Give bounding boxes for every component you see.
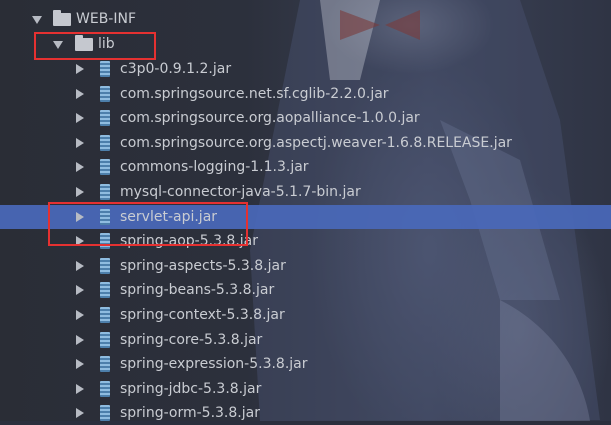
tree-item-label: spring-aspects-5.3.8.jar	[120, 257, 286, 274]
expand-arrow-icon[interactable]	[76, 187, 84, 197]
tree-item-label: spring-aop-5.3.8.jar	[120, 233, 259, 250]
tree-item-label: spring-beans-5.3.8.jar	[120, 282, 275, 299]
tree-item-jar[interactable]: com.springsource.net.sf.cglib-2.2.0.jar	[0, 82, 611, 106]
jar-icon	[100, 184, 110, 200]
tree-item-jar[interactable]: com.springsource.org.aspectj.weaver-1.6.…	[0, 131, 611, 155]
tree-item-jar[interactable]: spring-beans-5.3.8.jar	[0, 278, 611, 302]
tree-item-label: com.springsource.org.aspectj.weaver-1.6.…	[120, 134, 512, 151]
tree-item-jar[interactable]: spring-expression-5.3.8.jar	[0, 352, 611, 376]
expand-arrow-icon[interactable]	[76, 88, 84, 99]
jar-icon	[100, 282, 110, 299]
expand-arrow-icon[interactable]	[76, 310, 84, 320]
expand-arrow-icon[interactable]	[76, 236, 84, 247]
tree-item-jar[interactable]: mysql-connector-java-5.1.7-bin.jar	[0, 180, 611, 204]
jar-icon	[100, 110, 110, 127]
jar-icon	[100, 134, 110, 151]
expand-arrow-icon[interactable]	[76, 64, 84, 74]
tree-item-label: spring-jdbc-5.3.8.jar	[120, 380, 262, 397]
tree-item-web-inf[interactable]: WEB-INF	[0, 7, 611, 31]
tree-item-jar[interactable]: spring-jdbc-5.3.8.jar	[0, 377, 611, 401]
folder-icon	[53, 10, 71, 26]
tree-item-label: servlet-api.jar	[120, 208, 218, 225]
tree-item-jar[interactable]: c3p0-0.9.1.2.jar	[0, 57, 611, 81]
jar-icon	[100, 61, 110, 77]
tree-item-jar[interactable]: spring-aop-5.3.8.jar	[0, 229, 611, 253]
tree-item-label: com.springsource.org.aopalliance-1.0.0.j…	[120, 110, 420, 127]
expand-arrow-icon[interactable]	[76, 408, 84, 419]
tree-item-label: commons-logging-1.1.3.jar	[120, 159, 309, 176]
tree-item-label: spring-orm-5.3.8.jar	[120, 405, 260, 422]
jar-icon	[100, 233, 110, 250]
jar-icon	[100, 85, 110, 102]
expand-arrow-icon[interactable]	[32, 16, 42, 24]
expand-arrow-icon[interactable]	[76, 137, 84, 148]
folder-icon	[75, 35, 93, 51]
expand-arrow-icon[interactable]	[76, 113, 84, 124]
expand-arrow-icon[interactable]	[76, 383, 84, 394]
tree-item-jar[interactable]: spring-aspects-5.3.8.jar	[0, 254, 611, 278]
tree-item-label: mysql-connector-java-5.1.7-bin.jar	[120, 184, 361, 200]
jar-icon	[100, 331, 110, 348]
expand-arrow-icon[interactable]	[76, 260, 84, 271]
jar-icon	[100, 307, 110, 323]
jar-icon	[100, 208, 110, 225]
jar-icon	[100, 356, 110, 373]
tree-item-label: c3p0-0.9.1.2.jar	[120, 61, 232, 77]
tree-item-label: spring-context-5.3.8.jar	[120, 307, 285, 323]
tree-item-jar-selected[interactable]: servlet-api.jar	[0, 204, 611, 229]
tree-item-jar[interactable]: spring-orm-5.3.8.jar	[0, 401, 611, 425]
tree-item-label: spring-expression-5.3.8.jar	[120, 356, 308, 373]
expand-arrow-icon[interactable]	[76, 359, 84, 370]
jar-icon	[100, 380, 110, 397]
expand-arrow-icon[interactable]	[76, 334, 84, 345]
expand-arrow-icon[interactable]	[76, 211, 84, 222]
tree-item-label: lib	[98, 36, 115, 52]
expand-arrow-icon[interactable]	[53, 41, 63, 49]
tree-item-label: WEB-INF	[76, 11, 136, 27]
tree-item-label: com.springsource.net.sf.cglib-2.2.0.jar	[120, 85, 389, 102]
tree-item-label: spring-core-5.3.8.jar	[120, 331, 263, 348]
expand-arrow-icon[interactable]	[76, 285, 84, 296]
project-tree: WEB-INF lib c3p0-0.9.1.2.jar com.springso…	[0, 0, 611, 422]
jar-icon	[100, 159, 110, 176]
tree-item-jar[interactable]: spring-core-5.3.8.jar	[0, 328, 611, 352]
jar-icon	[100, 405, 110, 422]
tree-item-jar[interactable]: com.springsource.org.aopalliance-1.0.0.j…	[0, 106, 611, 130]
jar-icon	[100, 257, 110, 274]
tree-item-jar[interactable]: commons-logging-1.1.3.jar	[0, 155, 611, 179]
expand-arrow-icon[interactable]	[76, 162, 84, 173]
tree-item-jar[interactable]: spring-context-5.3.8.jar	[0, 303, 611, 327]
tree-item-lib[interactable]: lib	[0, 32, 611, 56]
